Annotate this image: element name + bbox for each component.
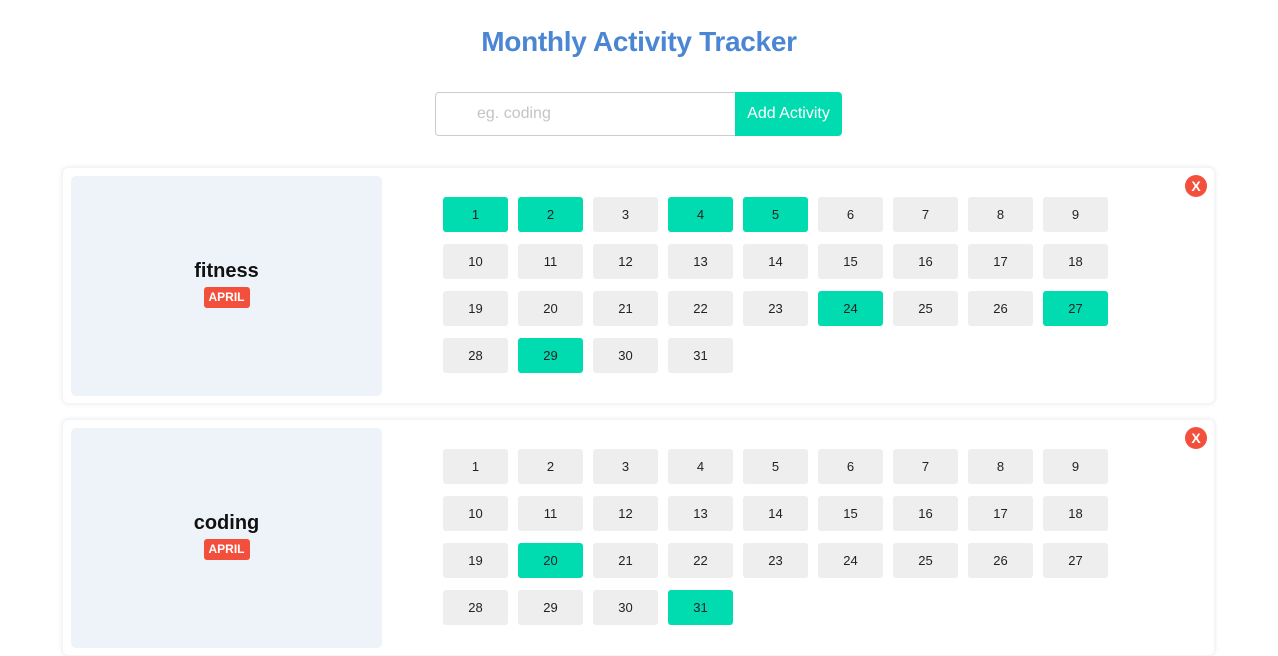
activity-info-panel: coding APRIL	[71, 428, 382, 648]
delete-activity-button[interactable]: X	[1185, 175, 1207, 197]
day-cell[interactable]: 9	[1043, 197, 1108, 232]
days-grid: 1 2 3 4 5 6 7 8 9 10 11 12 13 14 15 16 17 18 19 20 21 22 23 24 2…	[443, 197, 1108, 373]
day-cell[interactable]: 15	[818, 244, 883, 279]
day-cell[interactable]: 4	[668, 197, 733, 232]
page-title: Monthly Activity Tracker	[481, 26, 797, 57]
day-cell[interactable]: 24	[818, 291, 883, 326]
day-cell[interactable]: 28	[443, 590, 508, 625]
day-cell[interactable]: 30	[593, 338, 658, 373]
delete-activity-button[interactable]: X	[1185, 427, 1207, 449]
day-cell[interactable]: 13	[668, 496, 733, 531]
day-cell[interactable]: 12	[593, 244, 658, 279]
day-cell[interactable]: 7	[893, 197, 958, 232]
day-cell[interactable]: 27	[1043, 291, 1108, 326]
day-cell[interactable]: 22	[668, 543, 733, 578]
day-cell[interactable]: 14	[743, 496, 808, 531]
day-cell[interactable]: 2	[518, 197, 583, 232]
day-cell[interactable]: 30	[593, 590, 658, 625]
day-cell[interactable]: 26	[968, 291, 1033, 326]
day-cell[interactable]: 15	[818, 496, 883, 531]
day-cell[interactable]: 26	[968, 543, 1033, 578]
day-cell[interactable]: 17	[968, 244, 1033, 279]
activity-card: fitness APRIL 1 2 3 4 5 6 7 8 9 10 11 12 13 14 15 16 17 1…	[62, 167, 1215, 404]
close-icon: X	[1191, 430, 1201, 446]
day-cell[interactable]: 21	[593, 543, 658, 578]
activity-info-panel: fitness APRIL	[71, 176, 382, 396]
day-cell[interactable]: 5	[743, 197, 808, 232]
day-cell[interactable]: 11	[518, 244, 583, 279]
day-cell[interactable]: 3	[593, 197, 658, 232]
day-cell[interactable]: 20	[518, 291, 583, 326]
activity-input[interactable]	[435, 92, 735, 136]
day-cell[interactable]: 20	[518, 543, 583, 578]
month-badge: APRIL	[203, 286, 250, 308]
day-cell[interactable]: 10	[443, 496, 508, 531]
day-cell[interactable]: 17	[968, 496, 1033, 531]
day-cell[interactable]: 6	[818, 197, 883, 232]
day-cell[interactable]: 31	[668, 338, 733, 373]
day-cell[interactable]: 6	[818, 449, 883, 484]
day-cell[interactable]: 3	[593, 449, 658, 484]
days-grid: 1 2 3 4 5 6 7 8 9 10 11 12 13 14 15 16 17 18 19 20 21 22 23 24 2…	[443, 449, 1108, 625]
day-cell[interactable]: 12	[593, 496, 658, 531]
day-cell[interactable]: 22	[668, 291, 733, 326]
day-cell[interactable]: 7	[893, 449, 958, 484]
day-cell[interactable]: 23	[743, 543, 808, 578]
day-cell[interactable]: 14	[743, 244, 808, 279]
day-cell[interactable]: 16	[893, 496, 958, 531]
day-cell[interactable]: 19	[443, 543, 508, 578]
add-activity-form: Add Activity	[435, 92, 842, 136]
day-cell[interactable]: 8	[968, 449, 1033, 484]
day-cell[interactable]: 9	[1043, 449, 1108, 484]
day-cell[interactable]: 18	[1043, 496, 1108, 531]
day-cell[interactable]: 24	[818, 543, 883, 578]
add-activity-button[interactable]: Add Activity	[735, 92, 842, 136]
day-cell[interactable]: 28	[443, 338, 508, 373]
day-cell[interactable]: 11	[518, 496, 583, 531]
day-cell[interactable]: 29	[518, 590, 583, 625]
day-cell[interactable]: 31	[668, 590, 733, 625]
day-cell[interactable]: 1	[443, 449, 508, 484]
day-cell[interactable]: 23	[743, 291, 808, 326]
day-cell[interactable]: 13	[668, 244, 733, 279]
day-cell[interactable]: 25	[893, 543, 958, 578]
day-cell[interactable]: 1	[443, 197, 508, 232]
close-icon: X	[1191, 178, 1201, 194]
day-cell[interactable]: 4	[668, 449, 733, 484]
day-cell[interactable]: 8	[968, 197, 1033, 232]
day-cell[interactable]: 25	[893, 291, 958, 326]
activity-name: coding	[193, 511, 260, 534]
day-cell[interactable]: 29	[518, 338, 583, 373]
activity-card: coding APRIL 1 2 3 4 5 6 7 8 9 10 11 12 13 14 15 16 17 18…	[62, 419, 1215, 656]
day-cell[interactable]: 18	[1043, 244, 1108, 279]
day-cell[interactable]: 10	[443, 244, 508, 279]
activity-name: fitness	[194, 259, 259, 282]
day-cell[interactable]: 19	[443, 291, 508, 326]
day-cell[interactable]: 5	[743, 449, 808, 484]
day-cell[interactable]: 21	[593, 291, 658, 326]
day-cell[interactable]: 27	[1043, 543, 1108, 578]
day-cell[interactable]: 2	[518, 449, 583, 484]
month-badge: APRIL	[203, 538, 250, 560]
day-cell[interactable]: 16	[893, 244, 958, 279]
